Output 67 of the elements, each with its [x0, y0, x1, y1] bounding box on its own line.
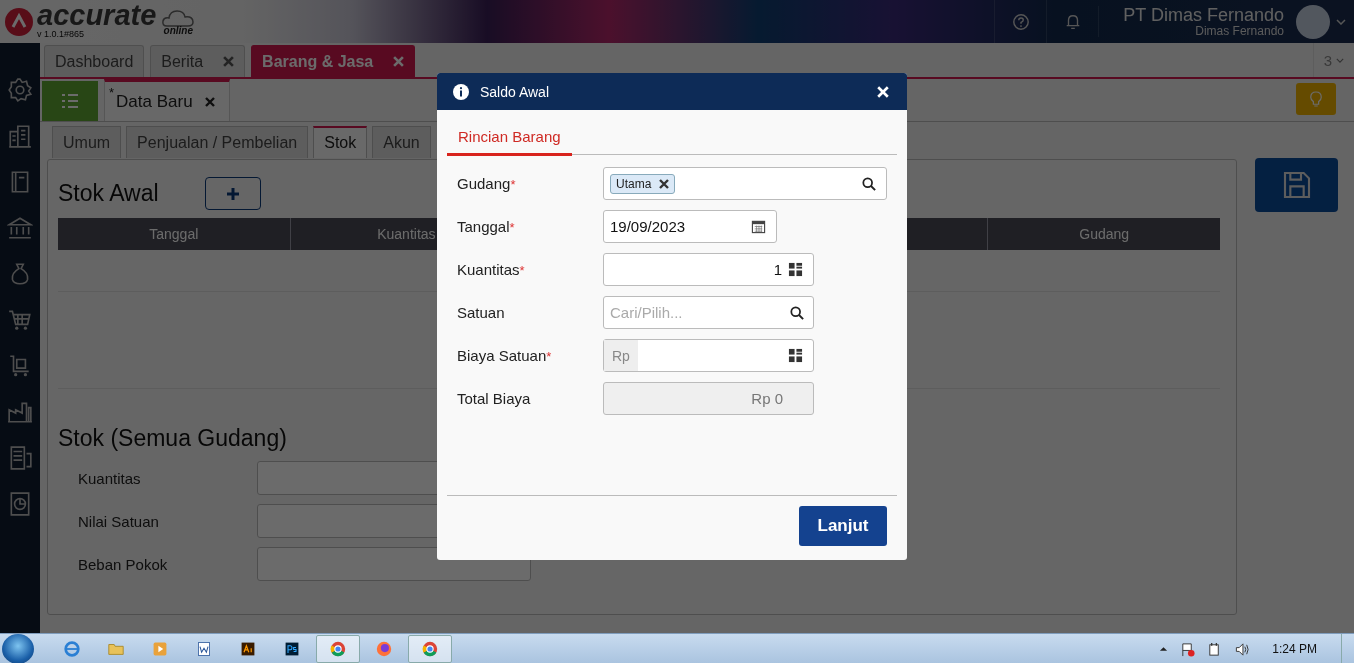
add-button[interactable]	[204, 177, 261, 210]
form-tab[interactable]: Umum	[52, 126, 122, 158]
help-icon[interactable]	[1011, 12, 1030, 31]
module-tab[interactable]: Barang & Jasa	[251, 45, 416, 77]
field-label: Beban Pokok	[77, 555, 169, 573]
field-label: Satuan	[457, 304, 506, 321]
column-header: Gudang	[1078, 225, 1131, 244]
chevron-down-icon[interactable]	[1336, 18, 1346, 25]
bank-icon[interactable]	[7, 215, 33, 241]
field-label: Biaya Satuan*	[457, 347, 553, 364]
calculator-icon[interactable]	[788, 262, 803, 277]
logo-icon	[4, 6, 34, 37]
section-title: Stok Awal	[58, 180, 159, 207]
column-header: Tanggal	[58, 218, 291, 250]
input-field[interactable]: 1	[603, 253, 814, 286]
field-label: Kuantitas	[77, 469, 142, 487]
field-label: Total Biaya	[457, 390, 532, 407]
clock[interactable]: 1:24 PM	[1258, 642, 1337, 656]
field-label: Tanggal*	[457, 218, 516, 235]
cloud-icon	[161, 7, 196, 28]
form-tab[interactable]: Akun	[372, 126, 431, 158]
module-tab[interactable]: Berita	[150, 45, 246, 77]
calculator-icon[interactable]	[788, 348, 803, 363]
field-label: Kuantitas*	[457, 261, 526, 278]
caret-up-icon[interactable]	[1159, 646, 1169, 652]
flag-icon[interactable]	[1180, 641, 1196, 657]
tag-chip[interactable]: Utama	[610, 173, 676, 194]
remove-icon[interactable]	[659, 178, 670, 189]
input-field[interactable]: Utama	[603, 167, 887, 200]
module-tab[interactable]: Dashboard	[44, 45, 145, 77]
currency-prefix: Rp	[604, 340, 638, 371]
user-name: Dimas Fernando	[1195, 24, 1284, 38]
building-icon[interactable]	[7, 123, 33, 149]
avatar[interactable]	[1296, 4, 1330, 39]
list-icon[interactable]	[60, 91, 80, 111]
speaker-icon[interactable]	[1234, 641, 1251, 657]
section-title: Stok (Semua Gudang)	[58, 425, 288, 452]
chevron-down-icon[interactable]	[1336, 57, 1345, 63]
tips-button[interactable]	[1296, 83, 1336, 115]
plus-icon[interactable]	[225, 186, 240, 201]
chrome-icon[interactable]	[408, 635, 452, 663]
company-name: PT Dimas Fernando	[1123, 5, 1284, 25]
list-button[interactable]	[42, 81, 98, 121]
logo-text: accurate	[37, 0, 157, 30]
continue-button[interactable]: Lanjut	[799, 506, 887, 546]
form-tab[interactable]: Stok	[313, 126, 368, 158]
input-field[interactable]: 19/09/2023	[603, 210, 777, 243]
input-field[interactable]: Rp 0	[603, 382, 814, 415]
search-icon[interactable]	[790, 306, 804, 320]
field-label: Nilai Satuan	[77, 512, 160, 530]
search-icon[interactable]	[862, 176, 876, 191]
chrome-icon[interactable]	[316, 635, 360, 663]
dialog-title: Saldo Awal	[480, 83, 549, 100]
lightbulb-icon[interactable]	[1309, 90, 1323, 108]
logo-subtitle: online	[163, 24, 194, 36]
form-tab[interactable]: Penjualan / Pembelian	[126, 126, 309, 158]
document-tab[interactable]: $^{*}$Data Baru	[104, 79, 230, 121]
input-field[interactable]: Cari/Pilih...	[603, 296, 814, 329]
input-field[interactable]: Rp	[603, 339, 814, 372]
dialog-tab[interactable]: Rincian Barang	[447, 124, 572, 156]
version-label: v 1.0.1#865	[37, 29, 86, 39]
save-button[interactable]	[1255, 158, 1338, 212]
field-label: Gudang*	[457, 175, 517, 192]
info-icon	[453, 83, 469, 100]
gear-icon[interactable]	[7, 77, 33, 103]
start-button[interactable]	[2, 634, 34, 663]
calendar-icon[interactable]	[751, 219, 766, 234]
